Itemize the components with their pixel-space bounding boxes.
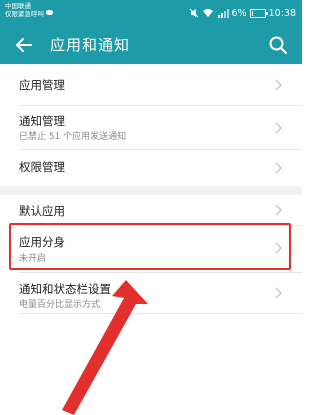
- mute-icon: [189, 8, 198, 18]
- search-button[interactable]: [266, 33, 290, 57]
- carrier-info: 中国联通 仅限紧急呼叫: [5, 2, 53, 18]
- back-arrow-icon: [16, 38, 32, 52]
- list-item-label: 默认应用: [19, 204, 65, 218]
- list-item-label: 通知管理: [19, 114, 65, 128]
- search-icon: [269, 36, 287, 54]
- emergency-only-text: 仅限紧急呼叫: [5, 10, 44, 18]
- list-item-notification-management[interactable]: 通知管理 已禁止 51 个应用发送通知: [0, 106, 302, 150]
- wifi-icon: [202, 9, 213, 17]
- list-item-label: 权限管理: [19, 160, 65, 174]
- signal-icon: [217, 9, 229, 18]
- back-button[interactable]: [12, 33, 36, 57]
- list-item-label: 通知和状态栏设置: [19, 282, 111, 296]
- list-item-app-management[interactable]: 应用管理: [0, 64, 302, 106]
- chevron-right-icon: [275, 287, 282, 299]
- chevron-right-icon: [275, 122, 282, 134]
- list-item-label: 应用管理: [19, 78, 65, 92]
- list-item-subtitle: 电量百分比显示方式: [19, 300, 101, 310]
- app-bar: 应用和通知: [0, 26, 302, 64]
- annotation-highlight-box: [9, 223, 291, 270]
- battery-icon: [249, 8, 268, 18]
- list-item-subtitle: 已禁止 51 个应用发送通知: [19, 132, 127, 142]
- page-title: 应用和通知: [50, 36, 131, 54]
- carrier-name: 中国联通: [5, 2, 31, 10]
- status-icons: 6% 10:38: [189, 6, 296, 20]
- section-spacer: [0, 186, 302, 195]
- chevron-right-icon: [275, 162, 282, 174]
- status-bar: 中国联通 仅限紧急呼叫 6% 10:38: [0, 0, 302, 26]
- chevron-right-icon: [275, 204, 282, 216]
- divider: [19, 313, 302, 314]
- list-item-permission-management[interactable]: 权限管理: [0, 150, 302, 186]
- battery-fill: [251, 10, 253, 16]
- clock: 10:38: [268, 7, 296, 19]
- list-item-default-apps[interactable]: 默认应用: [0, 195, 302, 225]
- list-item-notification-statusbar-settings[interactable]: 通知和状态栏设置 电量百分比显示方式: [0, 273, 302, 313]
- battery-percent: 6%: [231, 7, 247, 19]
- cloud-icon: [46, 10, 53, 15]
- chevron-right-icon: [275, 79, 282, 91]
